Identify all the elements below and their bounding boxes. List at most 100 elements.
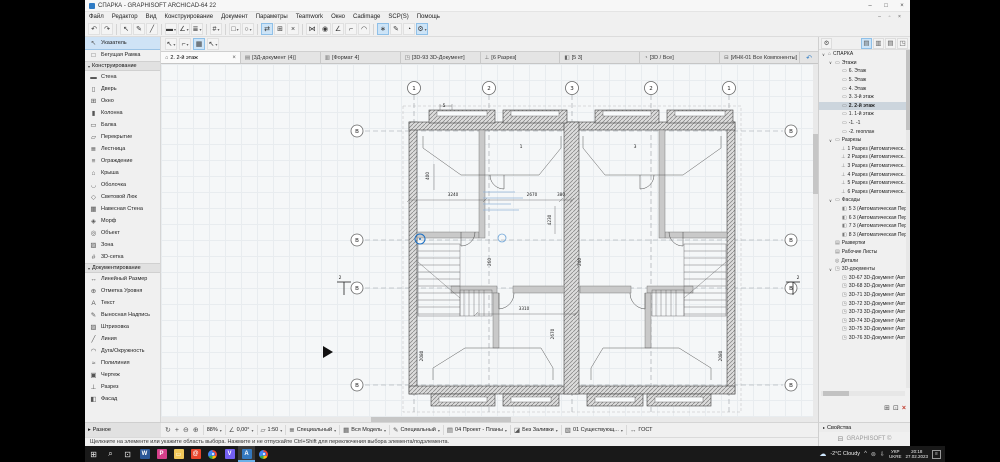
tab--3d-93-3d-документ-[interactable]: ◳ [3D-93 3D-Документ] xyxy=(400,52,481,63)
project-map-icon[interactable]: ▤ xyxy=(861,37,872,49)
clock[interactable]: 20:18 27.02.2023 xyxy=(905,449,928,460)
tree-item-3-разрез--автоматическ---[interactable]: ⊥ 3 Разрез (Автоматическ... xyxy=(819,162,907,171)
toolbox-item-beam[interactable]: ▭ Балка xyxy=(85,119,160,131)
toolbox-item-zone[interactable]: ▨ Зона xyxy=(85,239,160,251)
toolbox-item-polyline[interactable]: ≈ Полилиния xyxy=(85,357,160,369)
toolbox-section-header[interactable]: ▾ Документирование xyxy=(85,263,160,273)
taskbar-app-chrome[interactable] xyxy=(204,446,221,462)
doc-control-1[interactable]: ▫ xyxy=(885,14,894,20)
guide-icon[interactable]: ⌐ xyxy=(345,23,358,35)
toolbox-item-morph[interactable]: ◈ Морф xyxy=(85,215,160,227)
pointer-tool-icon[interactable]: ↖ xyxy=(120,23,132,35)
tab-2.-2-й-этаж[interactable]: ⌂ 2. 2-й этаж × xyxy=(161,52,241,63)
tree-item-спарка[interactable]: ∨ ⌂ СПАРКА xyxy=(819,50,907,59)
toolbox-item-mesh[interactable]: #3D-сетка xyxy=(85,251,160,263)
new-viewpoint-icon[interactable]: ⊞ xyxy=(884,404,890,412)
tree-item-5-разрез--автоматическ---[interactable]: ⊥ 5 Разрез (Автоматическ... xyxy=(819,179,907,188)
pen2-icon[interactable]: ✎ xyxy=(390,23,403,35)
toolbox-item-railing[interactable]: ≡ Ограждение xyxy=(85,155,160,167)
toolbox-section-header[interactable]: ▾ Конструирование xyxy=(85,61,160,71)
tree-item-8-3--автоматическая-пер[interactable]: ◧ 8 3 (Автоматическая Пер xyxy=(819,230,907,239)
toolbox-item-marquee[interactable]: □ Бегущая Рамка xyxy=(85,49,160,61)
doc-control-0[interactable]: – xyxy=(875,14,884,20)
tab--5-3-[interactable]: ◧ [5 3] xyxy=(560,52,641,63)
search-icon[interactable]: ⌕ xyxy=(102,446,119,462)
tree-item--2--геоплан[interactable]: ▭ -2. геоплан xyxy=(819,127,907,136)
navigator-settings-icon[interactable]: ⚙ xyxy=(821,37,832,49)
toolbox-item-label[interactable]: ✎ Выносная Надпись xyxy=(85,309,160,321)
undo-icon[interactable]: ↶ xyxy=(88,23,100,35)
tree-item-3d-71-3d-документ--авт[interactable]: ◳ 3D-71 3D-Документ (Авт xyxy=(819,291,907,300)
tree-item-1--1-й-этаж[interactable]: ▭ 1. 1-й этаж xyxy=(819,110,907,119)
notification-center-icon[interactable]: ≡ xyxy=(932,449,941,459)
orbit-icon[interactable]: ↻ xyxy=(165,426,171,434)
pen-tool-icon[interactable]: ✎ xyxy=(133,23,145,35)
toolbox-item-text[interactable]: A Текст xyxy=(85,297,160,309)
tree-item-3d-76-3d-документ--авт[interactable]: ◳ 3D-76 3D-Документ (Авт xyxy=(819,334,907,343)
menu-окно[interactable]: Окно xyxy=(327,14,349,20)
tree-item-детали[interactable]: ◎ Детали xyxy=(819,256,907,265)
tab--инк-01-все-компоненты-[interactable]: ⊟ [ИНК-01 Все Компоненты] xyxy=(720,52,800,63)
tree-item-разрезы[interactable]: ∨ ▭ Разрезы xyxy=(819,136,907,145)
menu-scp(s)[interactable]: SCP(S) xyxy=(384,14,412,20)
close-button[interactable]: × xyxy=(894,0,910,11)
taskbar-app-word[interactable]: W xyxy=(136,446,153,462)
tab--3d-/-все-[interactable]: ◔ [3D / Все] xyxy=(640,52,721,63)
toolbox-item-level[interactable]: ⊕ Отметка Уровня xyxy=(85,285,160,297)
tree-item-4-разрез--автоматическ---[interactable]: ⊥ 4 Разрез (Автоматическ... xyxy=(819,170,907,179)
view-map-icon[interactable]: ▥ xyxy=(873,37,884,49)
option-ВсяМодель[interactable]: ▦ Вся Модель ▾ xyxy=(343,426,386,434)
arrow-mini-icon[interactable]: ↖ ▾ xyxy=(165,38,177,50)
menu-редактор[interactable]: Редактор xyxy=(108,14,142,20)
menu-teamwork[interactable]: Teamwork xyxy=(292,14,327,20)
tree-item-6--этаж[interactable]: ▭ 6. Этаж xyxy=(819,67,907,76)
menu-документ[interactable]: Документ xyxy=(217,14,252,20)
tab-close-icon[interactable]: × xyxy=(232,55,236,61)
toolbox-item-facade[interactable]: ◧ Фасад xyxy=(85,393,160,405)
taskbar-app-explorer[interactable]: ▭ xyxy=(170,446,187,462)
tree-item-фасады[interactable]: ∨ ▭ Фасады xyxy=(819,196,907,205)
selection-mini-icon[interactable]: ▦ xyxy=(193,38,205,50)
menu-вид[interactable]: Вид xyxy=(142,14,161,20)
drawing-canvas[interactable]: 12321ВВВВВВВВ 3240 2670 380 400 4230 331… xyxy=(161,64,818,422)
tree-item-5-3--автоматическая-пер[interactable]: ◧ 5 3 (Автоматическая Пер xyxy=(819,205,907,214)
tree-item-3d-74-3d-документ--авт[interactable]: ◳ 3D-74 3D-Документ (Авт xyxy=(819,316,907,325)
toolbox-item-stair[interactable]: ≣ Лестница xyxy=(85,143,160,155)
tools-mini-icon[interactable]: ⌐ ▾ xyxy=(179,38,191,50)
toolbox-item-pointer[interactable]: ↖ Указатель xyxy=(85,37,160,50)
weather-icon[interactable]: ☁ xyxy=(819,450,826,458)
menu-помощь[interactable]: Помощь xyxy=(413,14,444,20)
magnet-icon[interactable]: ◉ xyxy=(319,23,332,35)
taskbar-app-photos[interactable]: P xyxy=(153,446,170,462)
stair-tool-icon[interactable]: ≣ ▾ xyxy=(191,23,204,35)
zoom-out-icon[interactable]: ⊖ xyxy=(183,426,189,434)
doc-control-2[interactable]: × xyxy=(895,14,904,20)
option-04ПроектПланы[interactable]: ▤ 04 Проект - Планы ▾ xyxy=(447,426,507,434)
taskbar-app-viber[interactable]: V xyxy=(221,446,238,462)
tree-item-1-разрез--автоматическ---[interactable]: ⊥ 1 Разрез (Автоматическ... xyxy=(819,145,907,154)
menu-конструирование[interactable]: Конструирование xyxy=(160,14,217,20)
menu-cadimage[interactable]: Cadimage xyxy=(349,14,384,20)
redo-icon[interactable]: ↷ xyxy=(101,23,113,35)
task-view-icon[interactable]: ⊡ xyxy=(119,446,136,462)
toolbox-item-object[interactable]: ◎ Объект xyxy=(85,227,160,239)
option-150[interactable]: ▱ 1:50 ▾ xyxy=(261,426,283,434)
menu-файл[interactable]: Файл xyxy=(85,14,108,20)
maximize-button[interactable]: □ xyxy=(878,0,894,11)
toolbox-item-wall[interactable]: ▬ Стена xyxy=(85,71,160,83)
tab--формат-4-[interactable]: ▥ [Формат 4] xyxy=(320,52,401,63)
toolbox-item-curtain-wall[interactable]: ▦ Навесная Стена xyxy=(85,203,160,215)
tree-item-этажи[interactable]: ∨ ▭ Этажи xyxy=(819,59,907,68)
toolbox-item-hatch[interactable]: ▨ Штриховка xyxy=(85,321,160,333)
option-000[interactable]: ∠ 0,00° ▾ xyxy=(229,426,254,434)
tree-item-3--3-й-этаж[interactable]: ▭ 3. 3-й этаж xyxy=(819,93,907,102)
toolbox-item-drawing[interactable]: ▣ Чертеж xyxy=(85,369,160,381)
toolbox-item-section[interactable]: ⊥ Разрез xyxy=(85,381,160,393)
angle-icon[interactable]: ∠ xyxy=(332,23,345,35)
shape-tool-icon[interactable]: □ ▾ xyxy=(229,23,242,35)
tree-item-3d-67-3d-документ--авт[interactable]: ◳ 3D-67 3D-Документ (Авт xyxy=(819,273,907,282)
tree-item-7-3--автоматическая-пер[interactable]: ◧ 7 3 (Автоматическая Пер xyxy=(819,222,907,231)
tab--6-разрез-[interactable]: ⊥ [6 Разрез] xyxy=(480,52,561,63)
publisher-icon[interactable]: ◳ xyxy=(897,37,908,49)
pan-icon[interactable]: + xyxy=(175,427,179,434)
